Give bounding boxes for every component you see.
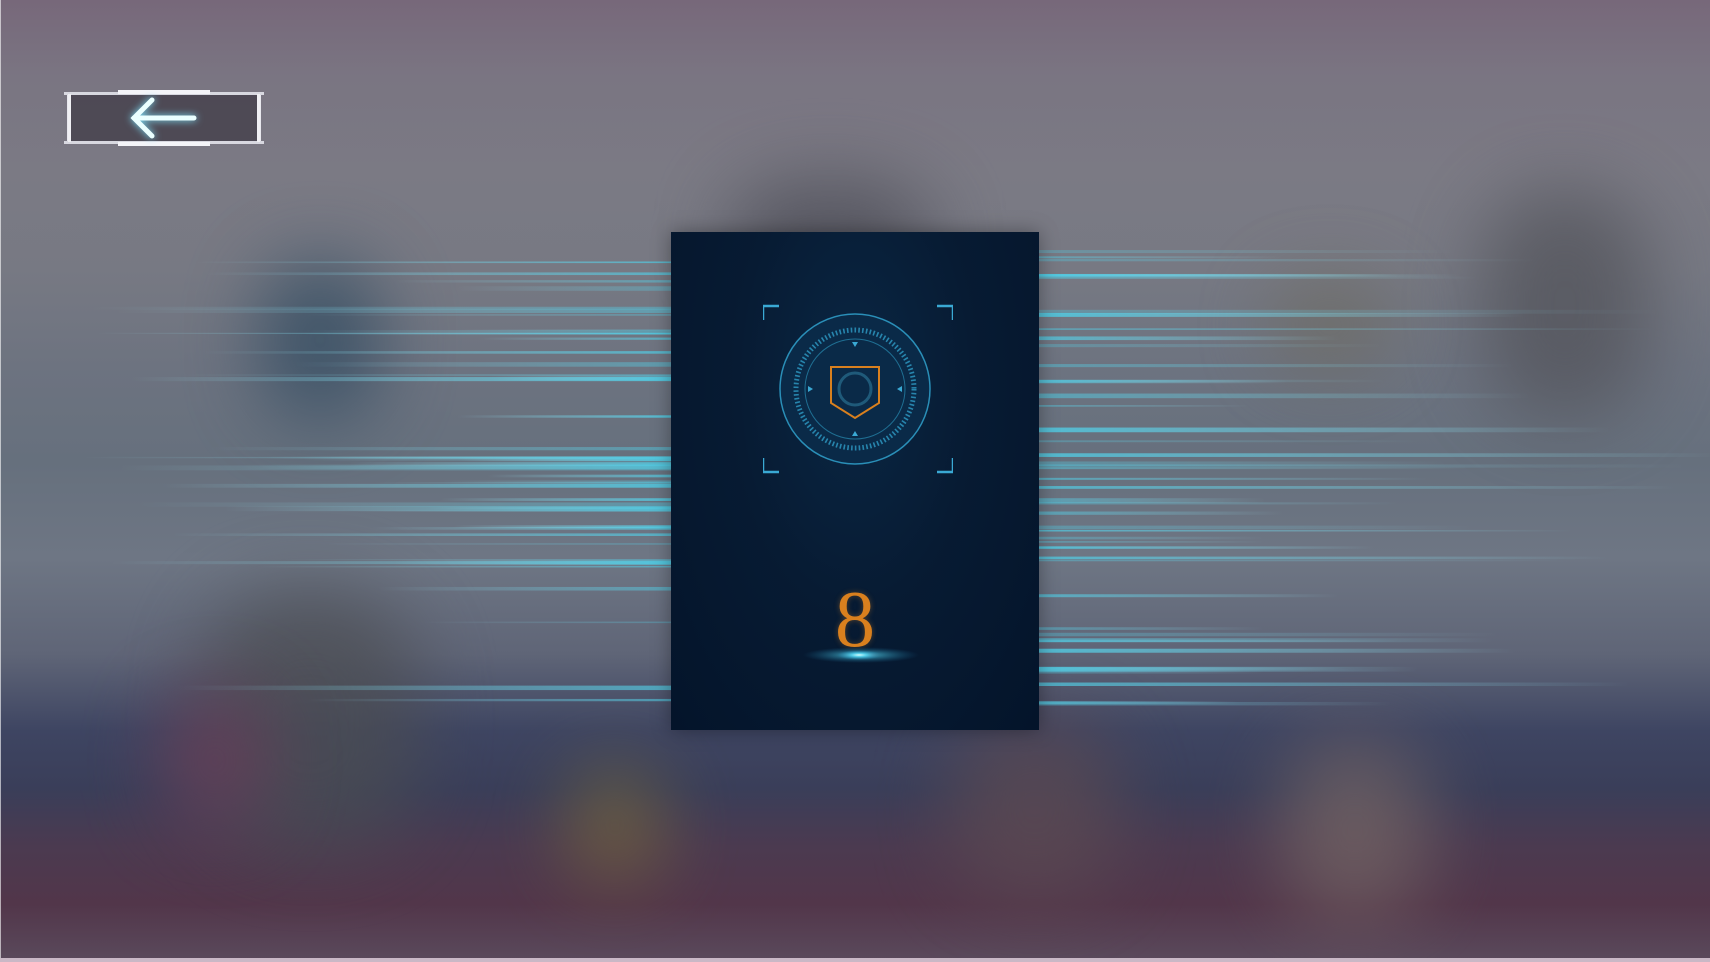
speed-streak xyxy=(281,558,671,561)
speed-streak xyxy=(208,447,671,451)
speed-streak xyxy=(1039,511,1284,515)
speed-streak xyxy=(1039,453,1710,457)
speed-streak xyxy=(453,525,671,529)
speed-streak xyxy=(1039,594,1339,598)
speed-streak xyxy=(1039,393,1531,399)
speed-streak xyxy=(1039,405,1251,407)
speed-streak xyxy=(303,330,671,336)
speed-streak xyxy=(205,272,671,276)
speed-streak xyxy=(202,351,672,354)
speed-streak xyxy=(321,543,671,545)
speed-streak xyxy=(1039,632,1500,637)
shield-target-icon xyxy=(763,304,953,474)
bottom-edge xyxy=(0,958,1710,962)
speed-streak xyxy=(478,337,671,340)
speed-streak xyxy=(82,456,671,459)
speed-streak xyxy=(136,502,671,507)
speed-streak xyxy=(1039,276,1478,279)
speed-streak xyxy=(1039,546,1375,549)
back-button[interactable] xyxy=(64,90,264,146)
speed-streak xyxy=(1039,529,1574,532)
speed-streak xyxy=(488,375,671,381)
speed-streak xyxy=(114,308,672,313)
speed-streak xyxy=(1039,498,1266,503)
speed-streak xyxy=(255,565,671,568)
speed-streak xyxy=(1039,525,1475,530)
speed-streak xyxy=(1039,312,1525,317)
speed-streak xyxy=(1039,328,1657,330)
speed-streak xyxy=(194,261,671,264)
speed-streak xyxy=(1039,256,1283,259)
speed-streak xyxy=(421,621,671,624)
speed-streak xyxy=(1039,556,1610,560)
speed-streak xyxy=(110,561,672,565)
speed-streak xyxy=(1039,427,1612,433)
speed-streak xyxy=(1039,701,1393,706)
speed-streak xyxy=(456,329,671,331)
speed-streak xyxy=(440,498,671,501)
speed-streak xyxy=(457,415,671,418)
speed-streak xyxy=(1039,259,1540,262)
arrow-left-icon xyxy=(64,90,264,146)
speed-streak xyxy=(293,362,671,367)
speed-streak xyxy=(1039,250,1458,254)
speed-streak xyxy=(1039,638,1494,643)
speed-streak xyxy=(224,506,671,512)
speed-streak xyxy=(1039,467,1471,470)
speed-streak xyxy=(487,474,671,478)
level-card[interactable]: 8 xyxy=(671,232,1039,730)
speed-streak xyxy=(394,280,671,283)
speed-streak xyxy=(1039,477,1429,480)
speed-streak xyxy=(373,482,671,484)
speed-streak xyxy=(301,313,671,316)
speed-streak xyxy=(1039,364,1516,368)
speed-streak xyxy=(456,286,671,291)
speed-streak xyxy=(1039,648,1516,653)
glow-flare xyxy=(803,647,919,663)
game-scene: 8 xyxy=(0,0,1710,962)
speed-streak xyxy=(160,483,671,488)
speed-streak xyxy=(1039,627,1264,630)
speed-streak xyxy=(1039,379,1288,384)
speed-streak xyxy=(1039,461,1449,466)
speed-streak xyxy=(378,586,671,591)
speed-streak xyxy=(1039,486,1678,489)
speed-streak xyxy=(1039,536,1265,540)
speed-streak xyxy=(1039,440,1422,443)
speed-streak xyxy=(177,685,671,691)
speed-streak xyxy=(1039,336,1341,341)
speed-streak xyxy=(118,465,672,471)
speed-streak xyxy=(306,698,671,702)
speed-streak xyxy=(1039,273,1400,277)
speed-streak xyxy=(172,533,672,537)
speed-streak xyxy=(1039,344,1383,348)
speed-streak xyxy=(1039,559,1571,562)
screen-edge xyxy=(0,0,1,962)
speed-streak xyxy=(1039,541,1265,543)
speed-streak xyxy=(1039,682,1630,687)
speed-streak xyxy=(1039,667,1348,670)
